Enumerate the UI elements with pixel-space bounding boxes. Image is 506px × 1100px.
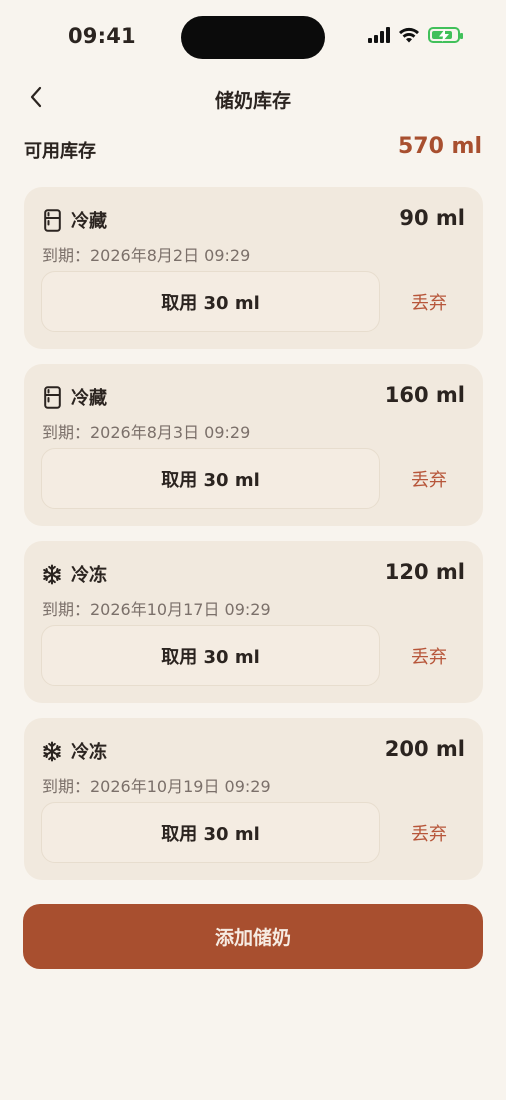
page-title: 储奶库存 (214, 90, 291, 112)
expiry-date: 到期：2026年8月3日 09:29 (42, 423, 251, 442)
fridge-icon (42, 385, 62, 409)
storage-type: 冷藏 (71, 388, 107, 409)
stock-amount: 90 ml (399, 206, 465, 230)
storage-type: 冷冻 (71, 742, 107, 763)
discard-button[interactable]: 丢弃 (396, 271, 462, 332)
add-milk-button[interactable]: 添加储奶 (23, 904, 483, 969)
discard-button[interactable]: 丢弃 (396, 448, 462, 509)
stock-card: 冷藏 90 ml 到期：2026年8月2日 09:29 取用 30 ml 丢弃 (24, 187, 483, 349)
status-time: 09:41 (68, 24, 136, 48)
cellular-signal-icon (368, 27, 390, 43)
expiry-date: 到期：2026年8月2日 09:29 (42, 246, 251, 265)
available-stock-value: 570 ml (397, 134, 482, 159)
take-button[interactable]: 取用 30 ml (41, 271, 380, 332)
discard-button[interactable]: 丢弃 (396, 802, 462, 863)
wifi-icon (399, 27, 419, 43)
stock-card: 冷冻 120 ml 到期：2026年10月17日 09:29 取用 30 ml … (24, 541, 483, 703)
status-bar: 09:41 (0, 0, 506, 76)
snowflake-icon (42, 562, 62, 586)
stock-card: 冷冻 200 ml 到期：2026年10月19日 09:29 取用 30 ml … (24, 718, 483, 880)
stock-card: 冷藏 160 ml 到期：2026年8月3日 09:29 取用 30 ml 丢弃 (24, 364, 483, 526)
dynamic-island (181, 16, 325, 59)
available-stock-label: 可用库存 (24, 141, 96, 162)
take-button[interactable]: 取用 30 ml (41, 625, 380, 686)
status-icons (368, 27, 463, 43)
stock-amount: 160 ml (384, 383, 465, 407)
fridge-icon (42, 208, 62, 232)
stock-list: 冷藏 90 ml 到期：2026年8月2日 09:29 取用 30 ml 丢弃 … (24, 187, 483, 895)
expiry-date: 到期：2026年10月17日 09:29 (42, 600, 271, 619)
battery-icon (428, 27, 463, 43)
stock-amount: 200 ml (384, 737, 465, 761)
take-button[interactable]: 取用 30 ml (41, 448, 380, 509)
expiry-date: 到期：2026年10月19日 09:29 (42, 777, 271, 796)
storage-type: 冷藏 (71, 211, 107, 232)
take-button[interactable]: 取用 30 ml (41, 802, 380, 863)
charging-bolt-icon (439, 28, 449, 42)
storage-type: 冷冻 (71, 565, 107, 586)
stock-amount: 120 ml (384, 560, 465, 584)
discard-button[interactable]: 丢弃 (396, 625, 462, 686)
snowflake-icon (42, 739, 62, 763)
